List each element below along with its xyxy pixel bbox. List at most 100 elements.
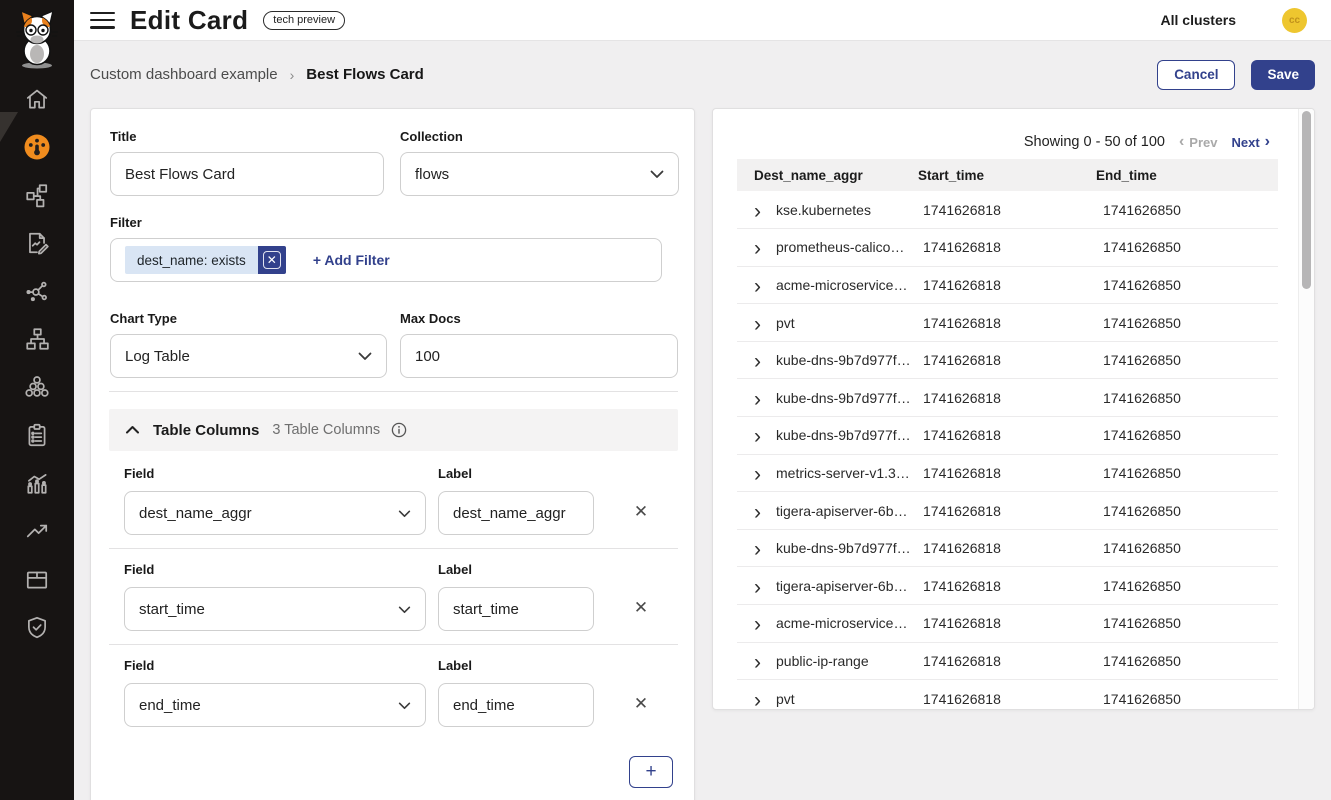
row-start-time: 1741626818 — [918, 492, 1096, 530]
scrollbar-thumb[interactable] — [1302, 111, 1311, 289]
sidebar-item-security[interactable] — [24, 616, 50, 642]
package-box-icon — [24, 566, 50, 597]
sidebar-item-packages[interactable] — [24, 568, 50, 594]
preview-table-row: ›acme-microservice…17416268181741626850 — [737, 605, 1278, 643]
chevron-down-icon — [398, 697, 411, 714]
remove-column-button[interactable]: ✕ — [631, 499, 651, 525]
molecule-graph-icon — [24, 278, 50, 309]
row-end-time: 1741626850 — [1096, 341, 1278, 379]
title-input[interactable] — [110, 152, 384, 196]
row-dest-name: public-ip-range — [776, 653, 869, 669]
row-end-time: 1741626850 — [1096, 379, 1278, 417]
collection-select[interactable]: flows — [400, 152, 679, 196]
collection-label: Collection — [400, 129, 463, 144]
row-dest-name-cell: ›prometheus-calico… — [737, 229, 918, 267]
remove-column-button[interactable]: ✕ — [631, 595, 651, 621]
row-end-time: 1741626850 — [1096, 680, 1278, 710]
page-title: Edit Card — [130, 5, 248, 36]
showing-range-text: Showing 0 - 50 of 100 — [1024, 134, 1165, 150]
label-input[interactable] — [438, 683, 594, 727]
shield-check-icon — [24, 614, 50, 645]
preview-table: Dest_name_aggr Start_time End_time ›kse.… — [737, 159, 1278, 710]
remove-column-button[interactable]: ✕ — [631, 691, 651, 717]
field-label: Field — [124, 562, 154, 577]
row-dest-name-cell: ›acme-microservice… — [737, 266, 918, 304]
row-dest-name: metrics-server-v1.3… — [776, 465, 910, 481]
sidebar-item-doc-edit[interactable] — [24, 232, 50, 258]
sidebar-item-sitemap[interactable] — [24, 328, 50, 354]
sidebar-item-cluster[interactable] — [24, 376, 50, 402]
row-end-time: 1741626850 — [1096, 567, 1278, 605]
cancel-button[interactable]: Cancel — [1157, 60, 1235, 90]
sidebar-item-dashboard[interactable] — [24, 136, 50, 162]
label-label: Label — [438, 466, 472, 481]
preview-table-row: ›kse.kubernetes17416268181741626850 — [737, 191, 1278, 229]
row-end-time: 1741626850 — [1096, 492, 1278, 530]
preview-table-header-row: Dest_name_aggr Start_time End_time — [737, 159, 1278, 191]
label-input[interactable] — [438, 491, 594, 535]
row-dest-name-cell: ›acme-microservice… — [737, 605, 918, 643]
chart-type-select[interactable]: Log Table — [110, 334, 387, 378]
breadcrumb-parent-link[interactable]: Custom dashboard example — [90, 66, 278, 83]
topology-nodes-icon — [24, 182, 50, 213]
row-dest-name-cell: ›kube-dns-9b7d977f… — [737, 379, 918, 417]
row-end-time: 1741626850 — [1096, 642, 1278, 680]
filter-label: Filter — [110, 215, 142, 230]
add-column-button[interactable]: + — [629, 756, 673, 788]
row-dest-name: acme-microservice… — [776, 615, 907, 631]
field-label: Field — [124, 658, 154, 673]
avatar[interactable]: cc — [1282, 8, 1307, 33]
remove-filter-button[interactable]: ✕ — [258, 246, 286, 274]
row-end-time: 1741626850 — [1096, 304, 1278, 342]
row-dest-name-cell: ›kube-dns-9b7d977f… — [737, 341, 918, 379]
sidebar-item-topology[interactable] — [24, 184, 50, 210]
row-dest-name: prometheus-calico… — [776, 239, 904, 255]
row-dest-name-cell: ›pvt — [737, 304, 918, 342]
cluster-selector[interactable]: All clusters — [1161, 12, 1236, 28]
label-input[interactable] — [438, 587, 594, 631]
preview-table-row: ›metrics-server-v1.3…1741626818174162685… — [737, 454, 1278, 492]
row-dest-name: kube-dns-9b7d977f… — [776, 427, 911, 443]
row-end-time: 1741626850 — [1096, 266, 1278, 304]
hamburger-menu-icon[interactable] — [90, 12, 115, 29]
add-filter-link[interactable]: + Add Filter — [313, 252, 390, 268]
next-page-button[interactable]: Next › — [1231, 134, 1270, 150]
row-start-time: 1741626818 — [918, 379, 1096, 417]
chevron-right-icon: › — [1265, 134, 1270, 150]
table-columns-title: Table Columns — [153, 422, 259, 439]
field-select[interactable]: start_time — [124, 587, 426, 631]
sidebar-item-graph[interactable] — [24, 280, 50, 306]
trend-arrow-icon — [24, 518, 50, 549]
sidebar-item-reports[interactable] — [24, 424, 50, 450]
row-dest-name: kube-dns-9b7d977f… — [776, 352, 911, 368]
sidebar-item-analytics[interactable] — [24, 472, 50, 498]
row-dest-name-cell: ›tigera-apiserver-6b… — [737, 492, 918, 530]
breadcrumb-bar: Custom dashboard example › Best Flows Ca… — [74, 41, 1331, 108]
save-button[interactable]: Save — [1251, 60, 1315, 90]
field-select[interactable]: end_time — [124, 683, 426, 727]
breadcrumb-separator-icon: › — [290, 67, 295, 83]
row-start-time: 1741626818 — [918, 680, 1096, 710]
collapse-chevron-icon[interactable] — [125, 425, 140, 435]
table-columns-header[interactable]: Table Columns 3 Table Columns — [109, 409, 678, 451]
column-header-dest-name: Dest_name_aggr — [737, 159, 918, 191]
field-select[interactable]: dest_name_aggr — [124, 491, 426, 535]
info-icon[interactable] — [391, 422, 407, 438]
row-dest-name-cell: ›public-ip-range — [737, 642, 918, 680]
topbar: Edit Card tech preview All clusters cc — [74, 0, 1331, 41]
divider — [109, 644, 678, 645]
tech-preview-badge: tech preview — [263, 11, 345, 30]
column-header-start-time: Start_time — [918, 159, 1096, 191]
row-end-time: 1741626850 — [1096, 529, 1278, 567]
max-docs-input[interactable] — [400, 334, 678, 378]
row-start-time: 1741626818 — [918, 341, 1096, 379]
chart-type-label: Chart Type — [110, 311, 177, 326]
prev-page-button[interactable]: ‹ Prev — [1179, 134, 1218, 150]
sidebar-item-home[interactable] — [24, 88, 50, 114]
clipboard-list-icon — [24, 422, 50, 453]
row-start-time: 1741626818 — [918, 229, 1096, 267]
row-end-time: 1741626850 — [1096, 454, 1278, 492]
row-start-time: 1741626818 — [918, 642, 1096, 680]
sidebar-item-trends[interactable] — [24, 520, 50, 546]
pagination-bar: Showing 0 - 50 of 100 ‹ Prev Next › — [1024, 134, 1270, 150]
